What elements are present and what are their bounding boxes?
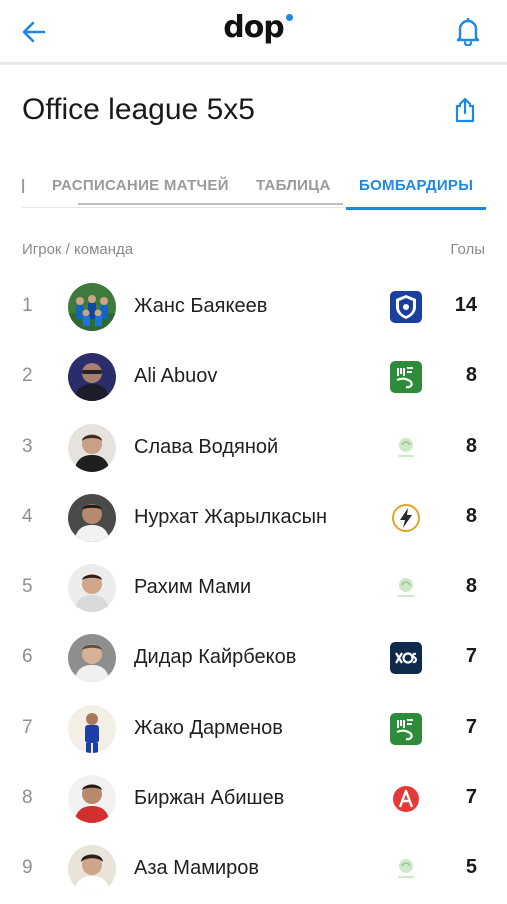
goals-count: 8	[465, 434, 477, 457]
rank: 1	[22, 295, 33, 316]
goals-count: 7	[465, 715, 477, 738]
player-name: Ali Abuov	[134, 365, 218, 388]
goals-count: 7	[465, 786, 477, 809]
rank: 4	[22, 505, 33, 527]
rank: 2	[22, 365, 33, 387]
table-row[interactable]: 3 Слава Водяной 8	[0, 412, 507, 482]
player-name: Слава Водяной	[134, 435, 279, 458]
lightning-icon[interactable]	[389, 501, 423, 535]
pale-green-logo-icon[interactable]	[389, 431, 423, 465]
tab-bar: | РАСПИСАНИЕ МАТЧЕЙ ТАБЛИЦА БОМБАРДИРЫ	[0, 155, 507, 213]
goals-count: 14	[454, 294, 477, 316]
logo-dot	[285, 14, 293, 21]
rank: 9	[22, 857, 33, 879]
top-bar: dop	[0, 0, 507, 65]
title-row: Office league 5x5	[0, 65, 507, 155]
table-row[interactable]: 6 Дидар Кайрбеков 7	[0, 622, 507, 692]
avatar[interactable]	[68, 283, 116, 331]
column-goals-header: Голы	[450, 241, 485, 258]
player-name: Нурхат Жарылкасын	[134, 505, 328, 528]
table-row[interactable]: 2 Ali Abuov 8	[0, 341, 507, 411]
column-player-header: Игрок / команда	[22, 241, 134, 258]
logo-text: dop	[223, 10, 285, 45]
table-row[interactable]: 8 Биржан Абишев 7	[0, 763, 507, 833]
goals-count: 7	[465, 645, 477, 668]
avatar[interactable]	[68, 845, 116, 894]
goals-count: 8	[465, 504, 477, 527]
avatar[interactable]	[68, 493, 116, 542]
player-name: Дидар Кайрбеков	[134, 646, 297, 669]
avatar[interactable]	[68, 775, 116, 824]
player-name: Рахим Мами	[134, 576, 252, 599]
green-bird-icon[interactable]	[389, 712, 423, 746]
rank: 6	[22, 646, 33, 668]
tab-scroll-indicator	[78, 203, 343, 205]
rank: 8	[22, 787, 33, 809]
table-row[interactable]: 9 Аза Мамиров 5	[0, 833, 507, 903]
table-header: Игрок / команда Голы	[0, 231, 507, 271]
tab-table[interactable]: ТАБЛИЦА	[256, 177, 331, 194]
table-row[interactable]: 1 Жанс Баякеев 14	[0, 271, 507, 341]
active-tab-indicator	[346, 207, 486, 210]
avatar[interactable]	[68, 704, 116, 753]
avatar[interactable]	[68, 564, 116, 613]
bell-icon[interactable]	[455, 16, 481, 46]
green-bird-icon[interactable]	[389, 360, 423, 394]
goals-count: 5	[465, 856, 477, 879]
page-title: Office league 5x5	[22, 93, 255, 126]
player-name: Жако Дарменов	[134, 716, 283, 739]
goals-count: 8	[465, 364, 477, 387]
app-logo: dop	[0, 10, 507, 45]
player-name: Биржан Абишев	[134, 787, 285, 810]
table-row[interactable]: 5 Рахим Мами 8	[0, 552, 507, 622]
rank: 3	[22, 435, 33, 457]
pale-green-logo-icon[interactable]	[389, 852, 423, 886]
tab-scorers[interactable]: БОМБАРДИРЫ	[359, 177, 473, 194]
rank: 7	[22, 716, 33, 738]
tab-edge-marker: |	[21, 177, 26, 194]
scorers-list: 1 Жанс Баякеев 14 2 Ali Abuov 8 3 Слава …	[0, 271, 507, 904]
share-icon[interactable]	[453, 97, 477, 123]
goals-count: 8	[465, 575, 477, 598]
avatar[interactable]	[68, 423, 116, 472]
table-row[interactable]: 7 Жако Дарменов 7	[0, 693, 507, 763]
shield-crest-icon[interactable]	[389, 290, 423, 324]
red-a-icon[interactable]	[389, 782, 423, 816]
table-row[interactable]: 4 Нурхат Жарылкасын 8	[0, 482, 507, 552]
player-name: Аза Мамиров	[134, 857, 259, 880]
player-name: Жанс Баякеев	[134, 295, 268, 317]
avatar[interactable]	[68, 353, 116, 402]
rank: 5	[22, 576, 33, 598]
navy-xo-icon[interactable]	[389, 641, 423, 675]
avatar[interactable]	[68, 634, 116, 683]
tab-schedule[interactable]: РАСПИСАНИЕ МАТЧЕЙ	[52, 177, 229, 194]
pale-green-logo-icon[interactable]	[389, 571, 423, 605]
